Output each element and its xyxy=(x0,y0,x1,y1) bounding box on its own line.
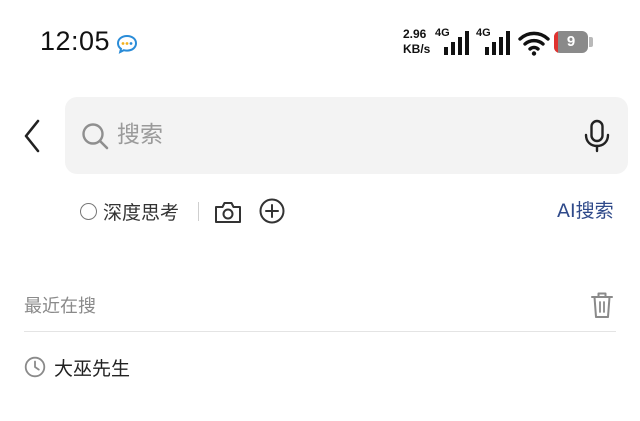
network-speed-value: 2.96 xyxy=(403,27,427,41)
history-item[interactable]: 大巫先生 xyxy=(24,350,130,384)
battery-tip xyxy=(589,37,593,47)
recent-divider xyxy=(24,331,616,332)
chat-notification-icon xyxy=(116,34,138,54)
camera-icon[interactable] xyxy=(213,198,243,226)
battery-level: 9 xyxy=(566,33,576,50)
status-time: 12:05 xyxy=(40,26,111,56)
signal-icon xyxy=(444,31,469,55)
search-input[interactable] xyxy=(117,113,557,157)
back-button[interactable] xyxy=(18,116,48,156)
status-bar: 12:05 2.96 KB/s 4G 4G 9 xyxy=(0,0,640,90)
tools-divider xyxy=(198,202,199,221)
ai-search-button[interactable]: AI搜索 xyxy=(557,196,614,226)
deep-think-radio[interactable] xyxy=(80,202,97,220)
signal-icon xyxy=(485,31,510,55)
deep-think-toggle[interactable]: 深度思考 xyxy=(80,196,179,226)
trash-icon[interactable] xyxy=(590,290,614,320)
deep-think-label: 深度思考 xyxy=(103,201,180,224)
add-circle-icon[interactable] xyxy=(258,197,286,225)
microphone-icon[interactable] xyxy=(581,119,613,153)
network-speed: 2.96 KB/s xyxy=(403,27,430,57)
history-item-label: 大巫先生 xyxy=(54,357,131,380)
network-speed-unit: KB/s xyxy=(403,42,431,56)
history-clock-icon xyxy=(24,356,46,378)
battery-icon: 9 xyxy=(554,31,588,53)
recent-searches-title: 最近在搜 xyxy=(24,296,96,317)
wifi-icon xyxy=(518,31,550,56)
search-box[interactable] xyxy=(65,97,628,174)
search-icon xyxy=(82,123,109,150)
